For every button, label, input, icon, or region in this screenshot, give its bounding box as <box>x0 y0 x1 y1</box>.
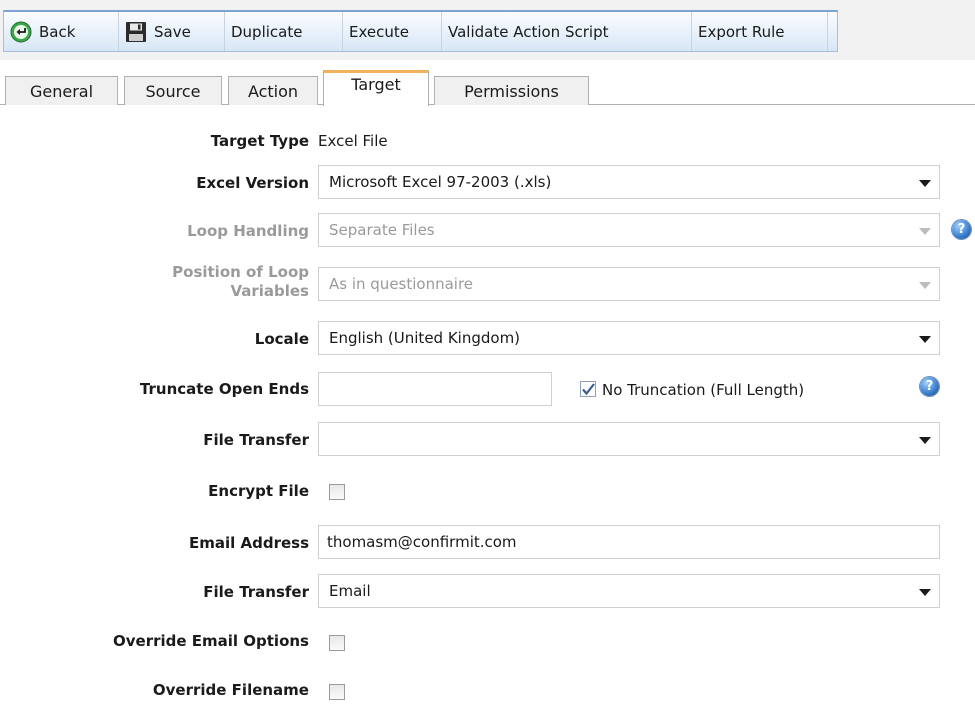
truncation-help-icon[interactable]: ? <box>920 377 939 396</box>
excel-version-select[interactable]: Microsoft Excel 97-2003 (.xls) <box>318 165 940 199</box>
truncate-open-ends-input[interactable] <box>318 372 552 406</box>
dropdown-arrow-icon <box>919 336 931 343</box>
locale-select[interactable]: English (United Kingdom) <box>318 321 940 355</box>
tab-permissions-label: Permissions <box>464 81 559 101</box>
excel-version-value: Microsoft Excel 97-2003 (.xls) <box>329 173 552 191</box>
override-filename-label: Override Filename <box>152 681 309 699</box>
email-address-label: Email Address <box>188 534 309 552</box>
tab-permissions[interactable]: Permissions <box>434 76 589 105</box>
execute-label: Execute <box>349 22 409 41</box>
loop-position-label-line2: Variables <box>230 282 309 300</box>
file-transfer-select-2[interactable]: Email <box>318 574 940 608</box>
override-email-options-label: Override Email Options <box>113 632 309 650</box>
back-arrow-icon <box>10 21 32 43</box>
excel-version-label: Excel Version <box>196 174 309 192</box>
save-label: Save <box>154 22 191 41</box>
help-glyph: ? <box>957 222 966 237</box>
validate-action-script-button[interactable]: Validate Action Script <box>442 12 692 51</box>
no-truncation-label: No Truncation (Full Length) <box>602 381 805 399</box>
tab-general[interactable]: General <box>5 76 118 105</box>
loop-handling-value: Separate Files <box>329 221 435 239</box>
duplicate-button[interactable]: Duplicate <box>225 12 343 51</box>
tab-general-label: General <box>29 81 94 101</box>
tab-action[interactable]: Action <box>228 76 318 105</box>
file-transfer-select[interactable] <box>318 422 940 456</box>
help-glyph: ? <box>925 379 934 394</box>
tab-bar: General Source Action Target Permissions <box>0 68 975 106</box>
tab-source-label: Source <box>145 81 201 101</box>
save-button[interactable]: Save <box>119 12 225 51</box>
tab-target[interactable]: Target <box>323 70 429 106</box>
loop-position-select: As in questionnaire <box>318 267 940 301</box>
encrypt-file-checkbox[interactable] <box>329 484 345 500</box>
email-address-input[interactable] <box>318 525 940 559</box>
target-type-label: Target Type <box>210 132 309 150</box>
back-button[interactable]: Back <box>4 12 119 51</box>
dropdown-arrow-icon <box>919 589 931 596</box>
loop-position-value: As in questionnaire <box>329 275 474 293</box>
loop-handling-help-icon[interactable]: ? <box>952 220 971 239</box>
loop-position-label: Position of Loop Variables <box>172 263 309 301</box>
loop-handling-select: Separate Files <box>318 213 940 247</box>
tab-source[interactable]: Source <box>124 76 222 105</box>
dropdown-arrow-icon <box>919 437 931 444</box>
export-label: Export Rule <box>698 22 785 41</box>
tab-action-label: Action <box>247 81 299 101</box>
truncate-open-ends-label: Truncate Open Ends <box>139 380 309 398</box>
back-label: Back <box>39 22 76 41</box>
loop-position-label-line1: Position of Loop <box>172 263 309 281</box>
floppy-disk-icon <box>125 21 147 43</box>
locale-value: English (United Kingdom) <box>329 329 521 347</box>
validate-label: Validate Action Script <box>448 22 609 41</box>
loop-handling-label: Loop Handling <box>187 222 309 240</box>
tab-target-label: Target <box>351 75 401 94</box>
execute-button[interactable]: Execute <box>343 12 442 51</box>
checkmark-icon <box>582 383 595 396</box>
toolbar: Back Save Duplicate Execute Validate Act… <box>0 0 975 60</box>
override-email-options-checkbox[interactable] <box>329 635 345 651</box>
duplicate-label: Duplicate <box>231 22 303 41</box>
encrypt-file-label: Encrypt File <box>208 482 309 500</box>
file-transfer-value-2: Email <box>329 582 371 600</box>
dropdown-arrow-icon <box>919 228 931 235</box>
file-transfer-label-2: File Transfer <box>203 583 309 601</box>
override-filename-checkbox[interactable] <box>329 684 345 700</box>
target-type-value: Excel File <box>318 132 388 150</box>
dropdown-arrow-icon <box>919 180 931 187</box>
export-rule-button[interactable]: Export Rule <box>692 12 828 51</box>
dropdown-arrow-icon <box>919 282 931 289</box>
no-truncation-checkbox[interactable] <box>580 381 596 397</box>
toolbar-strip: Back Save Duplicate Execute Validate Act… <box>3 10 838 52</box>
file-transfer-label: File Transfer <box>203 431 309 449</box>
locale-label: Locale <box>254 330 309 348</box>
